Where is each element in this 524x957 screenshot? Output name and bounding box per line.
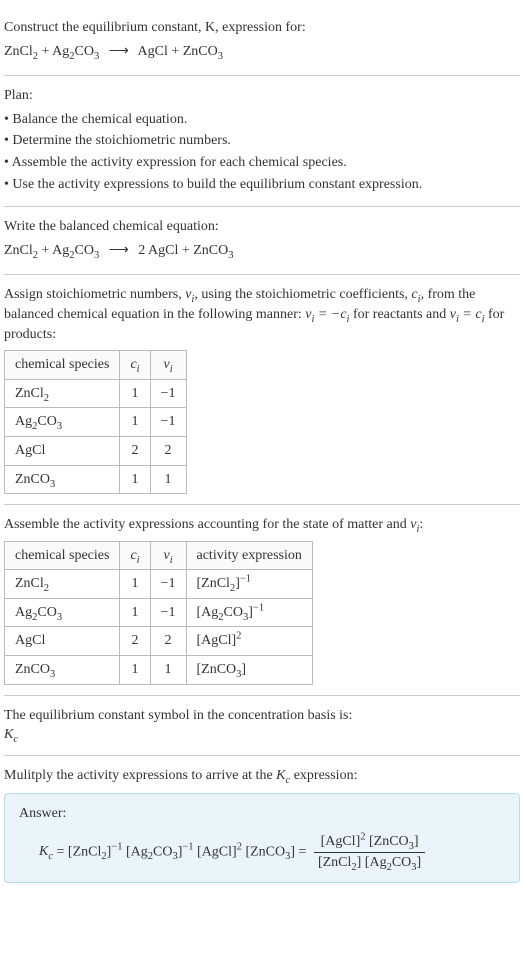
table-row: ZnCO3 1 1 <box>5 465 187 494</box>
table-row: AgCl 2 2 [AgCl]2 <box>5 627 313 656</box>
expr-cell: [AgCl]2 <box>186 627 312 656</box>
unbalanced-equation: ZnCl2 + Ag2CO3 ⟶ AgCl + ZnCO3 <box>4 42 520 62</box>
arrow-icon: ⟶ <box>109 42 129 62</box>
c-cell: 2 <box>120 436 150 465</box>
table-row: AgCl 2 2 <box>5 436 187 465</box>
expr-cell: [Ag2CO3]−1 <box>186 598 312 627</box>
col-species-header: chemical species <box>5 351 120 380</box>
prompt-text: Construct the equilibrium constant, K, e… <box>4 18 520 38</box>
plan-heading: Plan: <box>4 86 520 106</box>
c-cell: 1 <box>120 379 150 408</box>
c-cell: 1 <box>120 408 150 437</box>
c-cell: 1 <box>120 465 150 494</box>
balanced-section: Write the balanced chemical equation: Zn… <box>4 207 520 275</box>
nu-cell: 2 <box>150 627 186 656</box>
nu-cell: −1 <box>150 570 186 599</box>
fraction-denominator: [ZnCl2] [Ag2CO3] <box>314 853 425 873</box>
answer-box: Answer: Kc = [ZnCl2]−1 [Ag2CO3]−1 [AgCl]… <box>4 793 520 883</box>
nu-cell: 1 <box>150 656 186 685</box>
c-cell: 1 <box>120 570 150 599</box>
multiply-section: Mulitply the activity expressions to arr… <box>4 756 520 893</box>
c-cell: 1 <box>120 656 150 685</box>
nu-cell: −1 <box>150 379 186 408</box>
answer-formula: Kc = [ZnCl2]−1 [Ag2CO3]−1 [AgCl]2 [ZnCO3… <box>19 832 505 872</box>
nu-cell: −1 <box>150 598 186 627</box>
nu-cell: 1 <box>150 465 186 494</box>
fraction: [AgCl]2 [ZnCO3] [ZnCl2] [Ag2CO3] <box>314 832 425 872</box>
kc-symbol-intro: The equilibrium constant symbol in the c… <box>4 706 520 726</box>
kc-symbol: Kc <box>4 725 520 745</box>
nu-cell: −1 <box>150 408 186 437</box>
plan-item: • Assemble the activity expression for e… <box>4 153 520 173</box>
expr-cell: [ZnCO3] <box>186 656 312 685</box>
stoich-section: Assign stoichiometric numbers, νi, using… <box>4 275 520 505</box>
species-cell: ZnCl2 <box>5 570 120 599</box>
table-row: ZnCl2 1 −1 <box>5 379 187 408</box>
stoich-table: chemical species ci νi ZnCl2 1 −1 Ag2CO3… <box>4 350 187 494</box>
col-expr-header: activity expression <box>186 541 312 570</box>
table-row: Ag2CO3 1 −1 [Ag2CO3]−1 <box>5 598 313 627</box>
balanced-intro: Write the balanced chemical equation: <box>4 217 520 237</box>
species-cell: AgCl <box>5 627 120 656</box>
balanced-equation: ZnCl2 + Ag2CO3 ⟶ 2 AgCl + ZnCO3 <box>4 241 520 261</box>
species-cell: ZnCO3 <box>5 465 120 494</box>
col-c-header: ci <box>120 541 150 570</box>
species-cell: Ag2CO3 <box>5 598 120 627</box>
prompt-line1: Construct the equilibrium constant, K, e… <box>4 20 306 35</box>
c-cell: 2 <box>120 627 150 656</box>
species-cell: AgCl <box>5 436 120 465</box>
arrow-icon: ⟶ <box>109 241 129 261</box>
c-cell: 1 <box>120 598 150 627</box>
plan-item: • Use the activity expressions to build … <box>4 175 520 195</box>
species-cell: ZnCl2 <box>5 379 120 408</box>
col-c-header: ci <box>120 351 150 380</box>
table-header-row: chemical species ci νi <box>5 351 187 380</box>
plan-item: • Determine the stoichiometric numbers. <box>4 131 520 151</box>
activity-table: chemical species ci νi activity expressi… <box>4 541 313 685</box>
col-nu-header: νi <box>150 541 186 570</box>
col-species-header: chemical species <box>5 541 120 570</box>
expr-cell: [ZnCl2]−1 <box>186 570 312 599</box>
plan-item: • Balance the chemical equation. <box>4 110 520 130</box>
table-row: Ag2CO3 1 −1 <box>5 408 187 437</box>
activity-intro: Assemble the activity expressions accoun… <box>4 515 520 535</box>
species-cell: Ag2CO3 <box>5 408 120 437</box>
table-header-row: chemical species ci νi activity expressi… <box>5 541 313 570</box>
answer-label: Answer: <box>19 804 505 824</box>
activity-section: Assemble the activity expressions accoun… <box>4 505 520 696</box>
plan-section: Plan: • Balance the chemical equation. •… <box>4 76 520 207</box>
table-row: ZnCO3 1 1 [ZnCO3] <box>5 656 313 685</box>
stoich-intro: Assign stoichiometric numbers, νi, using… <box>4 285 520 344</box>
prompt-section: Construct the equilibrium constant, K, e… <box>4 8 520 76</box>
multiply-intro: Mulitply the activity expressions to arr… <box>4 766 520 786</box>
species-cell: ZnCO3 <box>5 656 120 685</box>
col-nu-header: νi <box>150 351 186 380</box>
nu-cell: 2 <box>150 436 186 465</box>
table-row: ZnCl2 1 −1 [ZnCl2]−1 <box>5 570 313 599</box>
fraction-numerator: [AgCl]2 [ZnCO3] <box>314 832 425 853</box>
kc-symbol-section: The equilibrium constant symbol in the c… <box>4 696 520 756</box>
